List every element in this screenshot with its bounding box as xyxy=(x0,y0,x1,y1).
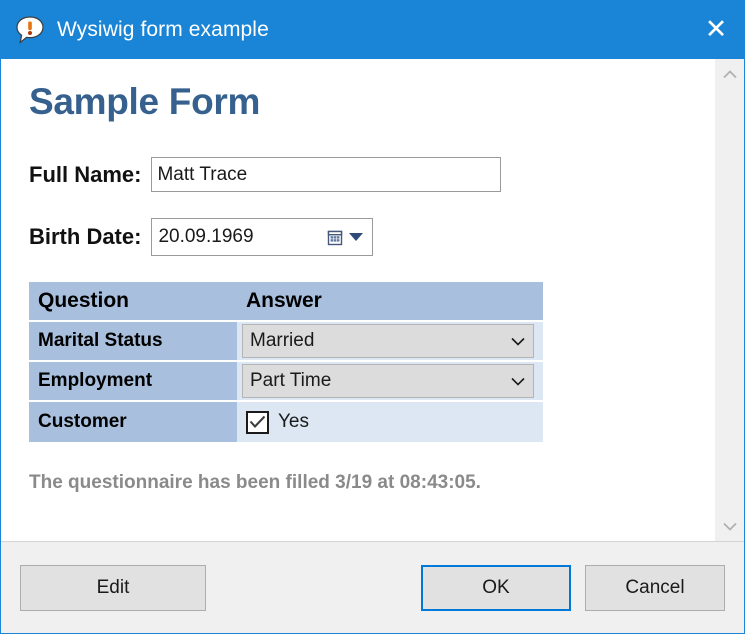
status-message: The questionnaire has been filled 3/19 a… xyxy=(29,472,690,494)
table-row: Customer Yes xyxy=(29,402,543,442)
answer-marital-status: Married xyxy=(237,322,543,362)
marital-status-value: Married xyxy=(250,330,511,352)
birth-date-label: Birth Date: xyxy=(29,224,141,250)
chevron-down-icon xyxy=(511,377,525,386)
answer-employment: Part Time xyxy=(237,362,543,402)
table-row: Marital Status Married xyxy=(29,322,543,362)
birth-date-row: Birth Date: 20.09.1969 xyxy=(25,218,690,256)
chevron-down-icon[interactable] xyxy=(715,511,745,541)
full-name-input[interactable] xyxy=(151,157,501,192)
chevron-up-icon[interactable] xyxy=(715,59,745,89)
vertical-scrollbar[interactable] xyxy=(714,59,744,541)
questionnaire-table: Question Answer Marital Status Married xyxy=(29,282,543,442)
answer-customer: Yes xyxy=(237,402,543,442)
header-question: Question xyxy=(29,282,237,322)
marital-status-dropdown[interactable]: Married xyxy=(242,324,534,358)
birth-date-value[interactable]: 20.09.1969 xyxy=(158,226,325,248)
form-panel: Sample Form Full Name: Birth Date: 20.09… xyxy=(1,59,714,541)
caret-down-icon[interactable] xyxy=(349,233,363,241)
birth-date-picker[interactable]: 20.09.1969 xyxy=(151,218,373,256)
employment-value: Part Time xyxy=(250,370,511,392)
edit-button[interactable]: Edit xyxy=(20,565,206,611)
dialog-footer: Edit OK Cancel xyxy=(1,541,744,633)
full-name-row: Full Name: xyxy=(25,157,690,192)
window-title: Wysiwig form example xyxy=(57,18,269,42)
close-icon[interactable]: ✕ xyxy=(688,0,744,59)
customer-checkbox-row[interactable]: Yes xyxy=(239,411,541,434)
header-answer: Answer xyxy=(237,282,543,322)
dialog-window: Wysiwig form example ✕ Sample Form Full … xyxy=(0,0,745,634)
employment-dropdown[interactable]: Part Time xyxy=(242,364,534,398)
content-area: Sample Form Full Name: Birth Date: 20.09… xyxy=(1,59,744,541)
question-customer: Customer xyxy=(29,402,237,442)
table-row: Employment Part Time xyxy=(29,362,543,402)
full-name-label: Full Name: xyxy=(29,162,141,188)
ok-button[interactable]: OK xyxy=(421,565,571,611)
page-title: Sample Form xyxy=(29,81,690,123)
cancel-button[interactable]: Cancel xyxy=(585,565,725,611)
calendar-icon[interactable] xyxy=(325,228,344,247)
speech-bubble-exclamation-icon xyxy=(15,15,45,45)
customer-checkbox-label: Yes xyxy=(278,411,309,433)
scrollbar-track[interactable] xyxy=(715,89,745,511)
chevron-down-icon xyxy=(511,337,525,346)
question-employment: Employment xyxy=(29,362,237,402)
customer-checkbox[interactable] xyxy=(246,411,269,434)
table-header-row: Question Answer xyxy=(29,282,543,322)
title-bar: Wysiwig form example ✕ xyxy=(1,0,744,59)
question-marital-status: Marital Status xyxy=(29,322,237,362)
